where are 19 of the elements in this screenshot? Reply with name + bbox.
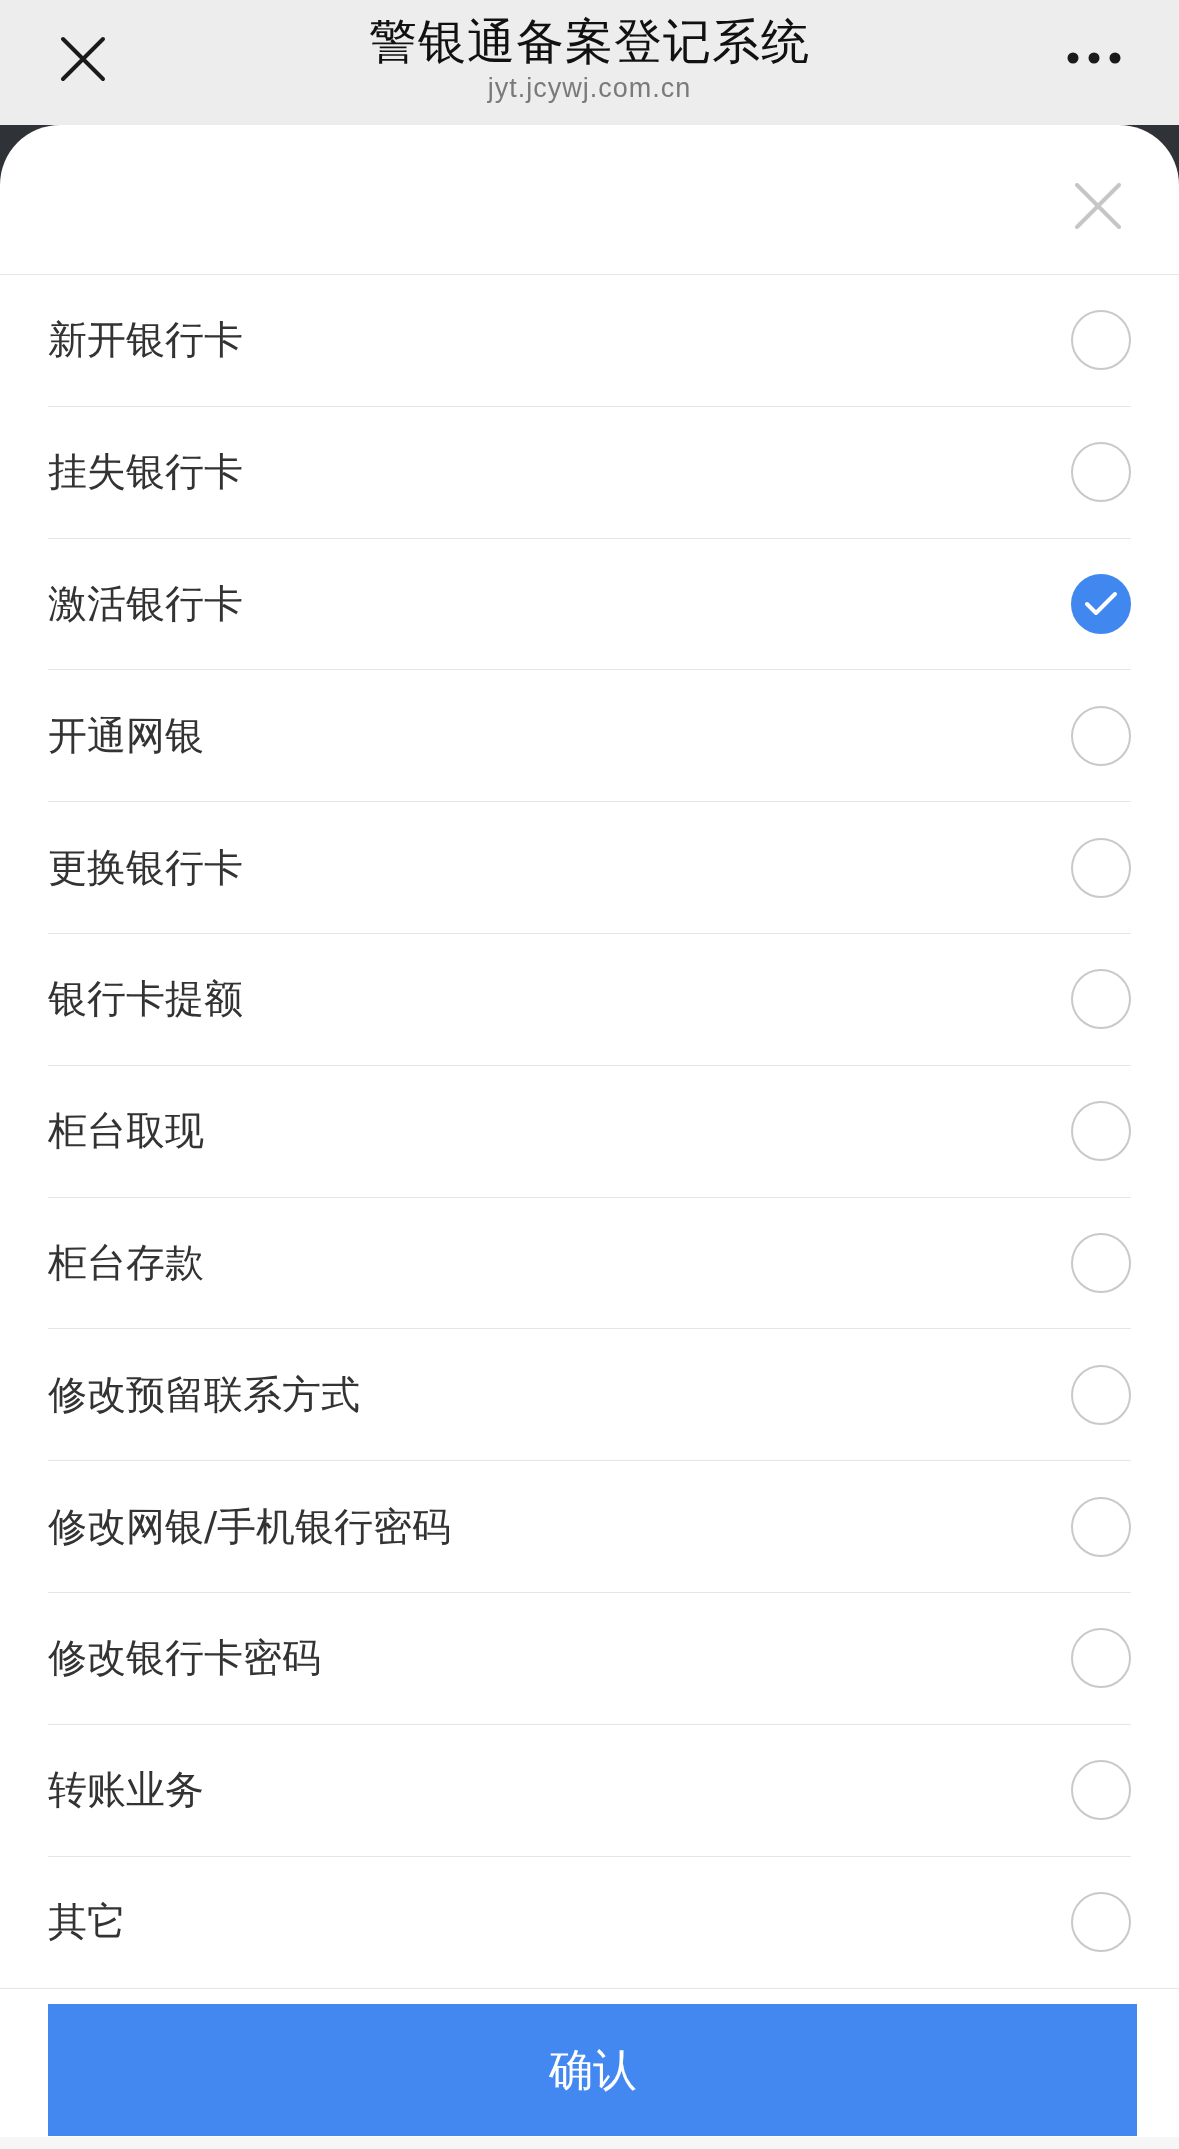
close-icon[interactable] [60,36,106,82]
option-label[interactable]: 修改银行卡密码 [48,1634,321,1683]
page-title: 警银通备案登记系统 [369,13,810,69]
option-label[interactable]: 其它 [48,1898,126,1947]
more-icon[interactable] [1067,52,1121,64]
option-label[interactable]: 修改预留联系方式 [48,1370,360,1419]
check-icon [1084,591,1118,617]
option-label[interactable]: 转账业务 [48,1766,204,1815]
option-label[interactable]: 更换银行卡 [48,843,243,892]
option-label[interactable]: 银行卡提额 [48,975,243,1024]
option-label[interactable]: 激活银行卡 [48,580,243,628]
option-label[interactable]: 柜台存款 [48,1238,204,1287]
option-label[interactable]: 新开银行卡 [48,316,243,365]
option-label[interactable]: 开通网银 [48,711,204,760]
option-label[interactable]: 挂失银行卡 [48,448,243,497]
option-label[interactable]: 柜台取现 [48,1107,204,1156]
page-url: jyt.jcywj.com.cn [487,72,692,104]
option-label[interactable]: 修改网银/手机银行密码 [48,1502,452,1551]
radio-button[interactable] [1071,574,1131,634]
